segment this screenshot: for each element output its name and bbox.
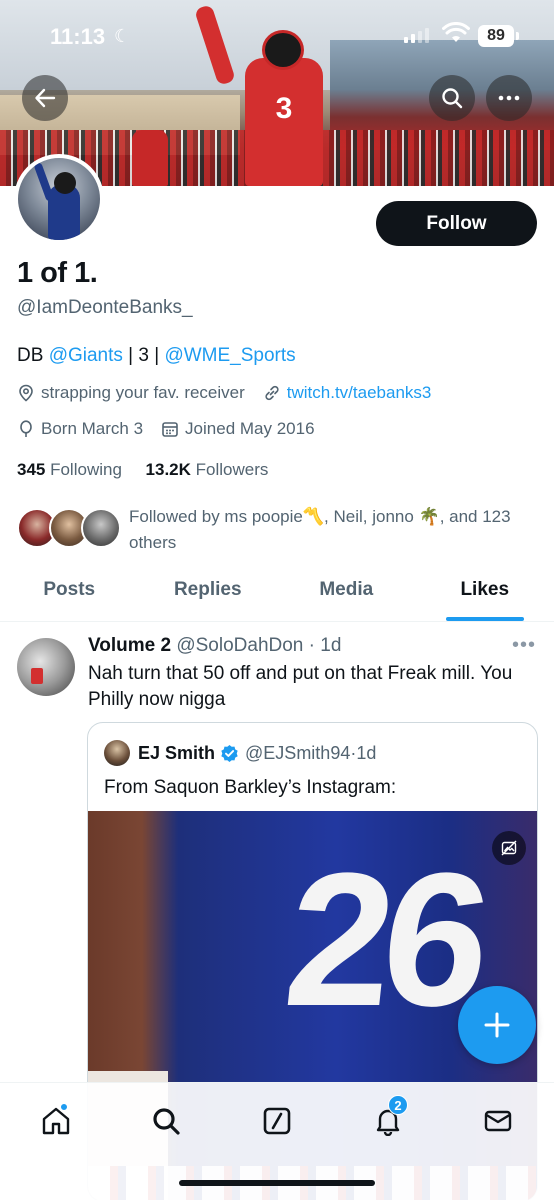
back-arrow-icon	[35, 88, 56, 108]
profile-avatar[interactable]	[14, 154, 104, 244]
status-bar: 11:13 ☾ 89	[0, 0, 554, 70]
location-text: strapping your fav. receiver	[41, 383, 245, 402]
followed-by-row[interactable]: Followed by ms poopie〽️, Neil, jonno 🌴, …	[17, 504, 537, 554]
nav-home[interactable]	[36, 1101, 76, 1141]
nav-messages[interactable]	[478, 1101, 518, 1141]
tweet-header: Volume 2 @SoloDahDon · 1d	[88, 635, 341, 657]
followers-count: 13.2K	[145, 460, 191, 479]
home-unread-dot	[60, 1103, 68, 1111]
back-button[interactable]	[22, 75, 68, 121]
link-icon	[265, 385, 279, 401]
tweet-more-button[interactable]: •••	[512, 634, 536, 657]
bio-agency-link[interactable]: @WME_Sports	[164, 345, 295, 366]
quoted-tweet-time: 1d	[356, 742, 377, 763]
battery-indicator: 89	[478, 25, 514, 47]
profile-tabs: Posts Replies Media Likes	[0, 568, 554, 622]
following-count: 345	[17, 460, 46, 479]
do-not-disturb-icon: ☾	[114, 26, 131, 46]
tab-label: Media	[319, 579, 374, 600]
nav-search[interactable]	[146, 1101, 186, 1141]
tab-media[interactable]: Media	[277, 568, 416, 621]
separator-dot: ·	[303, 635, 321, 656]
tab-replies[interactable]: Replies	[139, 568, 278, 621]
banner-background-player	[132, 130, 168, 186]
profile-meta-row-2: Born March 3 Joined May 2016	[17, 419, 333, 439]
tweet-author-name[interactable]: Volume 2	[88, 635, 171, 656]
following-link[interactable]: 345 Following	[17, 460, 122, 479]
followers-link[interactable]: 13.2K Followers	[146, 460, 269, 479]
banner-player-number: 3	[275, 92, 293, 125]
search-icon	[153, 1108, 180, 1135]
tab-label: Posts	[43, 579, 96, 600]
search-icon	[442, 88, 463, 109]
quoted-tweet-text: From Saquon Barkley’s Instagram:	[104, 777, 397, 798]
joined-text: Joined May 2016	[185, 419, 315, 438]
tab-likes[interactable]: Likes	[416, 568, 554, 621]
tweet-author-avatar[interactable]	[17, 638, 75, 696]
compose-post-button[interactable]	[458, 986, 536, 1064]
profile-joined: Joined May 2016	[161, 419, 315, 439]
tab-posts[interactable]: Posts	[0, 568, 139, 621]
profile-website[interactable]: twitch.tv/taebanks3	[263, 383, 432, 403]
follow-counts: 345 Following 13.2K Followers	[17, 460, 268, 480]
bio-prefix: DB	[17, 345, 49, 366]
avatar-red-cup	[31, 668, 43, 684]
wifi-icon	[442, 22, 470, 42]
tweet-text: Nah turn that 50 off and put on that Fre…	[88, 663, 513, 710]
tab-label: Replies	[173, 579, 242, 600]
avatar-figure-helmet	[54, 172, 76, 194]
location-pin-icon	[19, 384, 33, 402]
grok-icon	[263, 1107, 291, 1135]
profile-display-name: 1 of 1.	[17, 257, 98, 289]
profile-meta-row-1: strapping your fav. receiver twitch.tv/t…	[17, 383, 449, 403]
notifications-badge: 2	[388, 1095, 408, 1115]
quoted-tweet-header: EJ Smith @EJSmith94 · 1d	[104, 740, 376, 766]
quoted-author-avatar	[104, 740, 130, 766]
more-options-button[interactable]	[486, 75, 532, 121]
profile-handle: @IamDeonteBanks_	[17, 297, 193, 318]
home-icon	[42, 1107, 70, 1135]
home-indicator[interactable]	[179, 1180, 375, 1186]
birthday-text: Born March 3	[41, 419, 144, 438]
tweet-author-handle[interactable]: @SoloDahDon	[176, 635, 303, 656]
nav-grok[interactable]	[257, 1101, 297, 1141]
active-tab-indicator	[445, 617, 524, 621]
quoted-author-handle: @EJSmith94	[245, 742, 351, 763]
website-link[interactable]: twitch.tv/taebanks3	[287, 383, 432, 403]
search-button[interactable]	[429, 75, 475, 121]
bio-team-link[interactable]: @Giants	[49, 345, 123, 366]
followed-by-text: Followed by ms poopie〽️, Neil, jonno 🌴, …	[129, 507, 511, 552]
verified-badge-icon	[221, 744, 238, 762]
image-off-icon	[501, 840, 517, 856]
plus-icon	[484, 1012, 510, 1038]
cellular-signal-icon	[404, 28, 429, 43]
bio-middle: | 3 |	[122, 345, 165, 366]
profile-location: strapping your fav. receiver	[17, 383, 245, 403]
tab-label: Likes	[460, 579, 510, 600]
tweet-time: 1d	[320, 635, 342, 656]
calendar-icon	[162, 422, 178, 437]
envelope-icon	[484, 1110, 512, 1132]
followers-label: Followers	[190, 460, 269, 479]
battery-tip	[516, 32, 519, 40]
status-time: 11:13	[50, 24, 106, 49]
following-label: Following	[45, 460, 122, 479]
profile-bio: DB @Giants | 3 | @WME_Sports	[17, 345, 296, 367]
more-dots-icon	[498, 95, 520, 101]
nav-notifications[interactable]: 2	[368, 1095, 408, 1141]
profile-birthday: Born March 3	[17, 419, 143, 439]
follow-button[interactable]: Follow	[376, 201, 537, 246]
quoted-author-name: EJ Smith	[138, 742, 216, 763]
follower-avatar	[81, 508, 121, 548]
media-sensitive-toggle[interactable]	[492, 831, 526, 865]
balloon-icon	[20, 420, 32, 437]
